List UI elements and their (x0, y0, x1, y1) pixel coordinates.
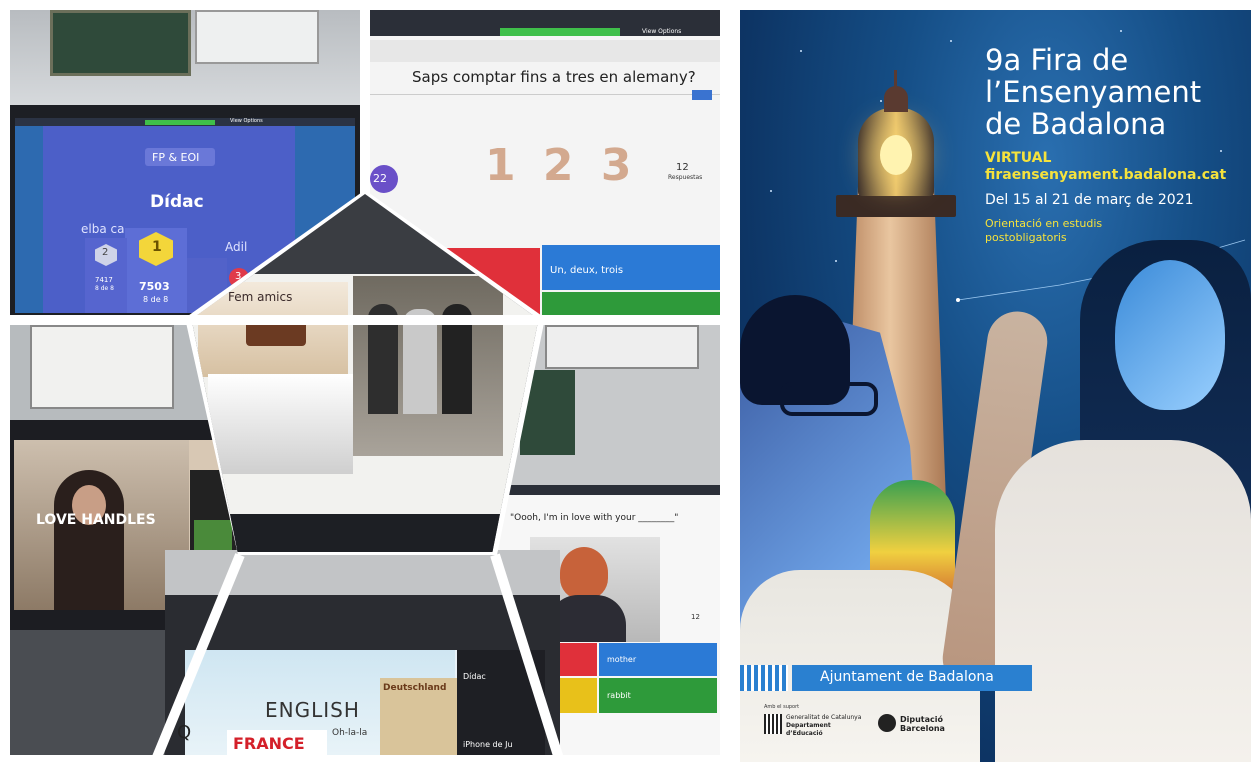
poster-dates: Del 15 al 21 de març de 2021 (985, 192, 1194, 208)
support-label: Amb el suport (764, 704, 800, 710)
generalitat-line-1: Generalitat de Catalunya (786, 714, 862, 721)
poster-orientation-line-2: postobligatoris (985, 231, 1067, 244)
photo-collage: View Options FP & EOI Dídac elba ca Adil… (0, 0, 730, 762)
glasses-icon (780, 382, 878, 416)
generalitat-line-3: d’Educació (786, 730, 823, 737)
poster-url[interactable]: firaensenyament.badalona.cat (985, 167, 1226, 183)
generalitat-line-2: Departament (786, 722, 831, 729)
badalona-logo (740, 665, 788, 691)
lighthouse-gallery (836, 195, 956, 217)
fair-poster: 9a Fira de l’Ensenyament de Badalona VIR… (740, 10, 1251, 762)
lighthouse-light (880, 135, 912, 175)
generalitat-logo (764, 714, 782, 734)
diputacio-logo (878, 714, 896, 732)
poster-title-line-3: de Badalona (985, 107, 1167, 141)
poster-orientation-line-1: Orientació en estudis (985, 217, 1103, 230)
poster-title-line-1: 9a Fira de (985, 43, 1129, 77)
diputacio-line-1: Diputació (900, 715, 944, 724)
poster-organizer: Ajuntament de Badalona (820, 669, 994, 685)
poster-virtual: VIRTUAL (985, 150, 1052, 166)
diputacio-line-2: Barcelona (900, 724, 945, 733)
diagonal-gutters (150, 553, 565, 762)
student-girl-face (1115, 260, 1225, 410)
poster-title-line-2: l’Ensenyament (985, 75, 1202, 109)
